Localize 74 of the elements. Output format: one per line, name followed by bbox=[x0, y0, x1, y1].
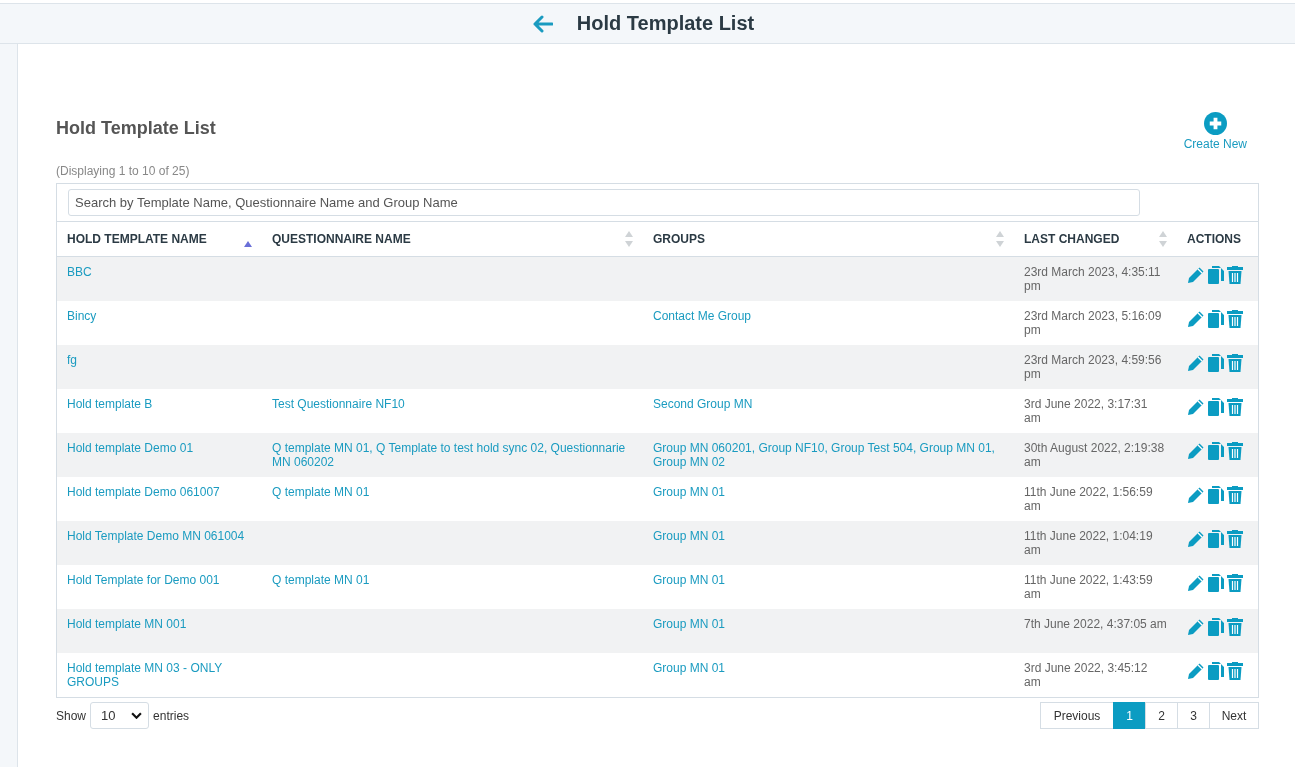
questionnaire-link[interactable]: Test Questionnaire NF10 bbox=[272, 397, 633, 411]
back-arrow-icon[interactable] bbox=[532, 14, 553, 33]
page-button[interactable]: 1 bbox=[1113, 702, 1146, 729]
plus-circle-icon bbox=[1203, 112, 1227, 135]
template-name-link[interactable]: Hold template B bbox=[67, 397, 252, 411]
edit-pencil-icon[interactable] bbox=[1187, 486, 1205, 504]
trash-icon[interactable] bbox=[1227, 310, 1243, 328]
template-name-link[interactable]: Hold Template for Demo 001 bbox=[67, 573, 252, 587]
template-name-link[interactable]: Hold template MN 03 - ONLY GROUPS bbox=[67, 661, 252, 689]
copy-icon[interactable] bbox=[1208, 486, 1224, 504]
column-header[interactable]: LAST CHANGED bbox=[1014, 222, 1177, 257]
copy-icon[interactable] bbox=[1208, 530, 1224, 548]
create-new-button[interactable]: Create New bbox=[1183, 112, 1247, 151]
edit-pencil-icon[interactable] bbox=[1187, 442, 1205, 460]
column-header[interactable]: ACTIONS bbox=[1177, 222, 1258, 257]
last-changed-cell: 23rd March 2023, 5:16:09 pm bbox=[1024, 309, 1162, 337]
trash-icon[interactable] bbox=[1227, 354, 1243, 372]
edit-pencil-icon[interactable] bbox=[1187, 354, 1205, 372]
trash-icon[interactable] bbox=[1227, 618, 1243, 636]
template-name-link[interactable]: Hold template Demo 061007 bbox=[67, 485, 252, 499]
display-count: (Displaying 1 to 10 of 25) bbox=[56, 164, 191, 178]
last-changed-cell: 11th June 2022, 1:04:19 am bbox=[1024, 529, 1153, 557]
show-label: Show bbox=[56, 708, 87, 723]
entries-label: entries bbox=[153, 708, 190, 723]
edit-pencil-icon[interactable] bbox=[1187, 662, 1205, 680]
template-name-link[interactable]: Bincy bbox=[67, 309, 252, 323]
page-header-title: Hold Template List bbox=[576, 12, 755, 35]
groups-link[interactable]: Group MN 01 bbox=[653, 573, 1004, 587]
page-button[interactable]: 3 bbox=[1177, 702, 1210, 729]
last-changed-cell: 7th June 2022, 4:37:05 am bbox=[1024, 617, 1167, 631]
trash-icon[interactable] bbox=[1227, 442, 1243, 460]
last-changed-cell: 30th August 2022, 2:19:38 am bbox=[1024, 441, 1165, 469]
groups-link[interactable]: Contact Me Group bbox=[653, 309, 1004, 323]
groups-link[interactable]: Group MN 01 bbox=[653, 485, 1004, 499]
page-button[interactable]: 2 bbox=[1145, 702, 1178, 729]
trash-icon[interactable] bbox=[1227, 574, 1243, 592]
copy-icon[interactable] bbox=[1208, 398, 1224, 416]
trash-icon[interactable] bbox=[1227, 398, 1243, 416]
groups-link[interactable]: Second Group MN bbox=[653, 397, 1004, 411]
list-title: Hold Template List bbox=[56, 118, 216, 139]
edit-pencil-icon[interactable] bbox=[1187, 310, 1205, 328]
copy-icon[interactable] bbox=[1208, 354, 1224, 372]
questionnaire-link[interactable]: Q template MN 01 bbox=[272, 485, 633, 499]
edit-pencil-icon[interactable] bbox=[1187, 398, 1205, 416]
edit-pencil-icon[interactable] bbox=[1187, 618, 1205, 636]
copy-icon[interactable] bbox=[1208, 618, 1224, 636]
copy-icon[interactable] bbox=[1208, 266, 1224, 284]
trash-icon[interactable] bbox=[1227, 662, 1243, 680]
search-field[interactable]: Search by Template Name, Questionnaire Name and Group Name bbox=[68, 189, 1140, 216]
page-size-select[interactable]: 10 bbox=[90, 702, 150, 729]
last-changed-cell: 11th June 2022, 1:43:59 am bbox=[1024, 573, 1153, 601]
copy-icon[interactable] bbox=[1208, 574, 1224, 592]
last-changed-cell: 3rd June 2022, 3:45:12 am bbox=[1024, 661, 1148, 689]
trash-icon[interactable] bbox=[1227, 266, 1243, 284]
groups-link[interactable]: Group MN 01 bbox=[653, 661, 1004, 675]
edit-pencil-icon[interactable] bbox=[1187, 530, 1205, 548]
chevron-down-icon bbox=[131, 712, 143, 719]
column-header[interactable]: GROUPS bbox=[643, 222, 1014, 257]
copy-icon[interactable] bbox=[1208, 310, 1224, 328]
edit-pencil-icon[interactable] bbox=[1187, 266, 1205, 284]
copy-icon[interactable] bbox=[1208, 662, 1224, 680]
column-header[interactable]: HOLD TEMPLATE NAME bbox=[57, 222, 262, 257]
last-changed-cell: 11th June 2022, 1:56:59 am bbox=[1024, 485, 1153, 513]
edit-pencil-icon[interactable] bbox=[1187, 574, 1205, 592]
trash-icon[interactable] bbox=[1227, 486, 1243, 504]
last-changed-cell: 3rd June 2022, 3:17:31 am bbox=[1024, 397, 1148, 425]
column-header[interactable]: QUESTIONNAIRE NAME bbox=[262, 222, 643, 257]
previous-button[interactable]: Previous bbox=[1040, 702, 1114, 729]
copy-icon[interactable] bbox=[1208, 442, 1224, 460]
last-changed-cell: 23rd March 2023, 4:59:56 pm bbox=[1024, 353, 1162, 381]
trash-icon[interactable] bbox=[1227, 530, 1243, 548]
last-changed-cell: 23rd March 2023, 4:35:11 pm bbox=[1024, 265, 1161, 293]
next-button[interactable]: Next bbox=[1209, 702, 1259, 729]
questionnaire-link[interactable]: Q template MN 01 bbox=[272, 573, 633, 587]
